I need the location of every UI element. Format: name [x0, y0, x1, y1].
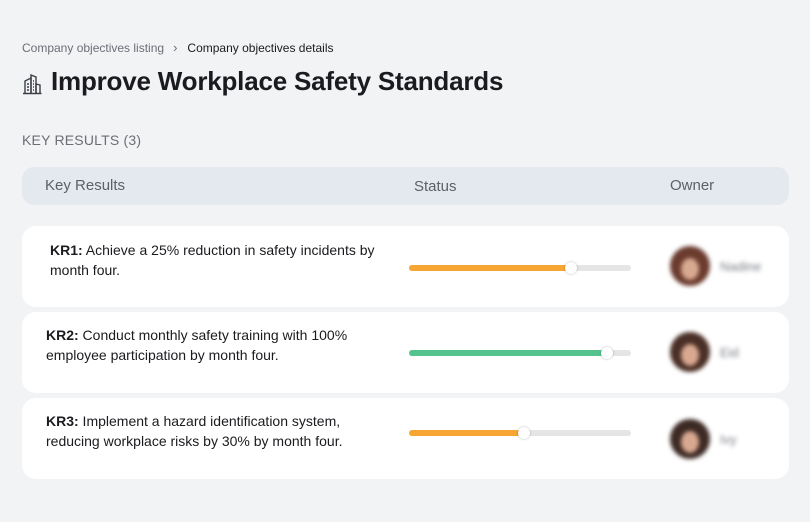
key-result-text: Implement a hazard identification system…: [46, 413, 343, 449]
key-result-row[interactable]: KR1: Achieve a 25% reduction in safety i…: [22, 226, 789, 307]
key-result-row[interactable]: KR3: Implement a hazard identification s…: [22, 398, 789, 479]
column-header-owner: Owner: [670, 177, 715, 194]
progress-fill: [409, 265, 572, 271]
table-header: Key Results Status Owner: [22, 167, 789, 205]
key-result-code: KR3:: [46, 413, 79, 429]
breadcrumb-parent-link[interactable]: Company objectives listing: [22, 41, 164, 55]
owner-name: Nadine: [720, 258, 762, 274]
key-result-description: KR2: Conduct monthly safety training wit…: [46, 325, 376, 365]
key-result-code: KR2:: [46, 327, 79, 343]
progress-track: [409, 347, 631, 359]
key-result-code: KR1:: [50, 242, 83, 258]
progress-track: [409, 262, 631, 274]
column-header-key-results: Key Results: [45, 177, 126, 194]
building-icon: [23, 73, 42, 94]
progress-fill: [409, 350, 607, 356]
owner[interactable]: Eid: [670, 332, 739, 372]
progress-handle[interactable]: [600, 347, 613, 359]
avatar: [670, 419, 710, 459]
key-result-description: KR3: Implement a hazard identification s…: [46, 411, 376, 451]
progress-track: [409, 427, 631, 439]
owner[interactable]: Ivy: [670, 419, 737, 459]
key-result-row[interactable]: KR2: Conduct monthly safety training wit…: [22, 312, 789, 393]
owner-name: Eid: [720, 344, 739, 360]
key-result-text: Achieve a 25% reduction in safety incide…: [50, 242, 375, 278]
owner[interactable]: Nadine: [670, 246, 761, 286]
key-results-count-label: KEY RESULTS (3): [22, 132, 142, 148]
owner-name: Ivy: [720, 431, 737, 447]
breadcrumb-current: Company objectives details: [187, 40, 334, 55]
avatar: [670, 332, 710, 372]
progress-handle[interactable]: [518, 427, 531, 439]
avatar: [670, 246, 710, 286]
page-title: Improve Workplace Safety Standards: [51, 66, 504, 96]
key-result-text: Conduct monthly safety training with 100…: [46, 327, 348, 363]
progress-handle[interactable]: [565, 262, 578, 274]
title-row: Improve Workplace Safety Standards: [22, 66, 503, 97]
progress-fill: [409, 430, 525, 436]
column-header-status: Status: [414, 178, 457, 195]
breadcrumb-separator: ›: [173, 40, 178, 55]
breadcrumb: Company objectives listing › Company obj…: [22, 40, 334, 55]
key-result-description: KR1: Achieve a 25% reduction in safety i…: [50, 240, 380, 280]
